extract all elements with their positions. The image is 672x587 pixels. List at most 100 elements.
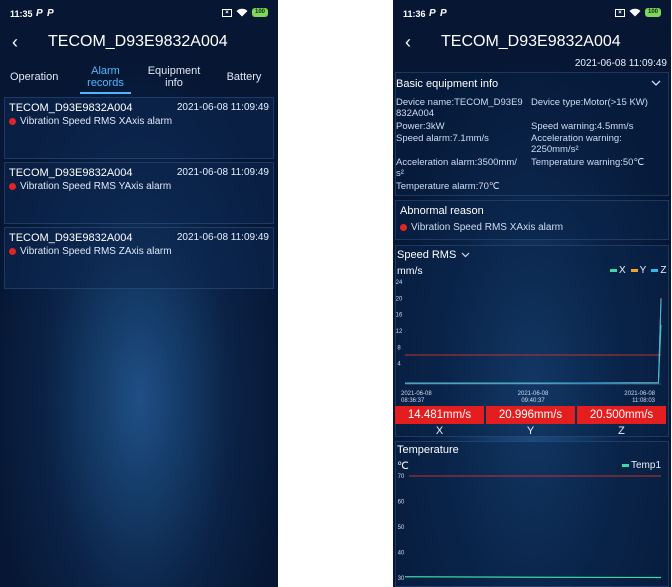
alarm-dot-icon bbox=[9, 118, 16, 125]
page-title: TECOM_D93E9832A004 bbox=[48, 33, 228, 50]
speed-rms-chart: 48121620242021-06-0808:36:372021-06-0809… bbox=[396, 280, 662, 404]
y-tick-label: 12 bbox=[396, 329, 403, 335]
record-time: 2021-06-08 11:09:49 bbox=[176, 232, 269, 243]
chevron-down-icon[interactable] bbox=[461, 252, 470, 258]
temp-alarm: Temperature alarm:70℃ bbox=[396, 181, 500, 192]
legend-y: Y bbox=[639, 265, 647, 276]
status-time: 11:36 bbox=[403, 9, 426, 19]
speed-chart-title: Speed RMS bbox=[397, 249, 457, 261]
alarm-dot-icon bbox=[9, 248, 16, 255]
status-time: 11:35 bbox=[10, 9, 33, 19]
tab-battery[interactable]: Battery bbox=[222, 71, 266, 83]
battery-indicator: 100 bbox=[251, 8, 268, 17]
axis-label-y: Y bbox=[526, 425, 535, 437]
wifi-icon bbox=[236, 8, 248, 17]
legend-swatch-temp1 bbox=[622, 464, 629, 467]
basic-info-title: Basic equipment info bbox=[396, 78, 499, 90]
notification-p-icon: P bbox=[429, 8, 436, 19]
legend-z: Z bbox=[660, 265, 667, 276]
back-button[interactable]: ‹ bbox=[405, 32, 411, 53]
x-tick-label-date: 2021-06-08 bbox=[518, 391, 549, 397]
alarm-dot-icon bbox=[400, 224, 407, 231]
tab-operation[interactable]: Operation bbox=[10, 71, 62, 83]
x-tick-label-date: 2021-06-08 bbox=[624, 391, 655, 397]
temperature-chart-title: Temperature bbox=[397, 444, 459, 456]
status-bar: 11:35 P P × 100 bbox=[0, 0, 278, 26]
x-tick-label-time: 08:36:37 bbox=[401, 398, 425, 404]
y-tick-label: 4 bbox=[397, 362, 401, 368]
alarm-record-card[interactable]: TECOM_D93E9832A004 2021-06-08 11:09:49 V… bbox=[4, 97, 274, 159]
sim-off-icon: × bbox=[221, 8, 232, 17]
accel-alarm-line2: s² bbox=[396, 168, 404, 179]
record-alarm-text: Vibration Speed RMS YAxis alarm bbox=[20, 181, 172, 192]
power: Power:3kW bbox=[396, 121, 445, 132]
alarm-record-card[interactable]: TECOM_D93E9832A004 2021-06-08 11:09:49 V… bbox=[4, 227, 274, 289]
record-time: 2021-06-08 11:09:49 bbox=[176, 167, 269, 178]
device-name-line1: Device name:TECOM_D93E9 bbox=[396, 97, 523, 108]
record-alarm: Vibration Speed RMS XAxis alarm bbox=[9, 116, 172, 127]
alarm-records-screen: 11:35 P P × 100 ‹ TECOM_D93E9832A004 Ope… bbox=[0, 0, 278, 587]
app-header: ‹ TECOM_D93E9832A004 bbox=[0, 26, 278, 58]
abnormal-reason-title: Abnormal reason bbox=[400, 205, 484, 217]
speed-warning: Speed warning:4.5mm/s bbox=[531, 121, 634, 132]
accel-warning-line1: Acceleration warning: bbox=[531, 133, 622, 144]
tab-alarm-records[interactable]: Alarm records bbox=[80, 65, 131, 89]
y-tick-label: 24 bbox=[396, 280, 403, 286]
record-alarm: Vibration Speed RMS YAxis alarm bbox=[9, 181, 171, 192]
speed-value-x: 14.481mm/s bbox=[395, 406, 484, 424]
back-button[interactable]: ‹ bbox=[12, 32, 18, 53]
page-title: TECOM_D93E9832A004 bbox=[441, 33, 621, 50]
series-line-y bbox=[405, 298, 662, 384]
speed-value-y: 20.996mm/s bbox=[486, 406, 575, 424]
speed-value-z: 20.500mm/s bbox=[577, 406, 666, 424]
equipment-info-screen: 11:36 P P × 100 ‹ TECOM_D93E9832A004 202… bbox=[393, 0, 671, 587]
record-alarm-text: Vibration Speed RMS ZAxis alarm bbox=[20, 246, 172, 257]
legend-swatch-x bbox=[610, 269, 617, 272]
device-name-line2: 832A004 bbox=[396, 108, 435, 119]
record-alarm-text: Vibration Speed RMS XAxis alarm bbox=[20, 116, 173, 127]
tab-bar: Operation Alarm records Equipment info B… bbox=[0, 62, 278, 94]
y-tick-label: 20 bbox=[396, 296, 403, 302]
record-device-name: TECOM_D93E9832A004 bbox=[9, 102, 133, 114]
app-header: ‹ TECOM_D93E9832A004 bbox=[393, 26, 671, 58]
legend-x: X bbox=[619, 265, 626, 276]
y-tick-label: 16 bbox=[396, 313, 403, 319]
accel-warning-line2: 2250mm/s² bbox=[531, 144, 579, 155]
y-tick-label: 60 bbox=[398, 500, 405, 506]
record-time: 2021-06-08 11:09:49 bbox=[176, 102, 269, 113]
speed-legend: X Y Z bbox=[607, 265, 666, 276]
record-device-name: TECOM_D93E9832A004 bbox=[9, 167, 133, 179]
active-tab-indicator bbox=[80, 92, 131, 94]
temp-warning: Temperature warning:50℃ bbox=[531, 157, 645, 168]
series-line-temp1 bbox=[404, 576, 662, 579]
status-bar: 11:36 P P × 100 bbox=[393, 0, 671, 26]
x-tick-label-date: 2021-06-08 bbox=[401, 391, 432, 397]
wifi-icon bbox=[629, 8, 641, 17]
abnormal-reason-text: Vibration Speed RMS XAxis alarm bbox=[411, 222, 564, 233]
temperature-chart: 30 40 50 60 70 bbox=[398, 474, 662, 582]
axis-label-x: X bbox=[435, 425, 444, 437]
notification-p-icon: P bbox=[47, 8, 54, 19]
y-tick-label: 8 bbox=[397, 345, 401, 351]
chevron-down-icon[interactable] bbox=[651, 80, 661, 87]
series-line-z bbox=[405, 300, 662, 384]
sim-off-icon: × bbox=[614, 8, 625, 17]
alarm-record-card[interactable]: TECOM_D93E9832A004 2021-06-08 11:09:49 V… bbox=[4, 162, 274, 224]
axis-label-z: Z bbox=[618, 425, 625, 437]
y-tick-label: 40 bbox=[398, 551, 405, 557]
y-tick-label: 70 bbox=[398, 474, 405, 480]
speed-alarm: Speed alarm:7.1mm/s bbox=[396, 133, 489, 144]
y-tick-label: 30 bbox=[398, 576, 405, 582]
record-alarm: Vibration Speed RMS ZAxis alarm bbox=[9, 246, 172, 257]
abnormal-reason: Vibration Speed RMS XAxis alarm bbox=[400, 222, 563, 233]
y-tick-label: 50 bbox=[398, 525, 405, 531]
device-type: Device type:Motor(>15 KW) bbox=[531, 97, 648, 108]
record-device-name: TECOM_D93E9832A004 bbox=[9, 232, 133, 244]
notification-p-icon: P bbox=[36, 8, 43, 19]
speed-unit: mm/s bbox=[397, 265, 423, 277]
record-date: 2021-06-08 11:09:49 bbox=[574, 58, 667, 69]
alarm-dot-icon bbox=[9, 183, 16, 190]
accel-alarm-line1: Acceleration alarm:3500mm/ bbox=[396, 157, 517, 168]
tab-equipment-info[interactable]: Equipment info bbox=[146, 65, 202, 89]
battery-indicator: 100 bbox=[644, 8, 661, 17]
